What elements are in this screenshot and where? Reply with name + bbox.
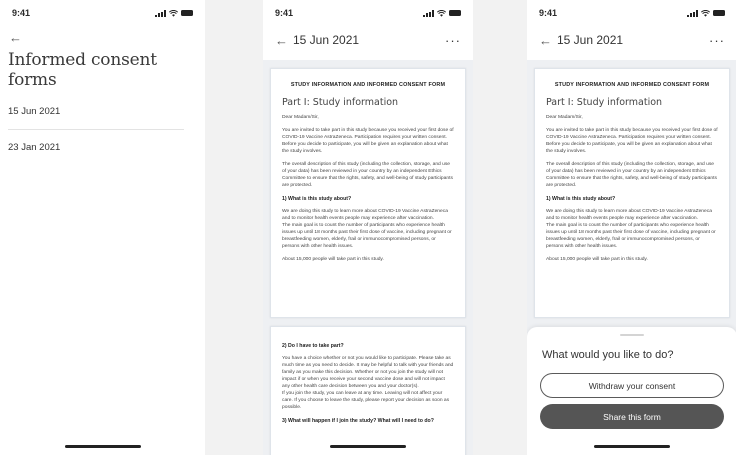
document-paragraph: About 15,000 people will take part in th… bbox=[546, 257, 648, 262]
status-bar: 9:41 bbox=[539, 6, 725, 20]
document-part-title: Part I: Study information bbox=[546, 97, 663, 108]
status-icons bbox=[155, 9, 193, 17]
document-question: 1) What is this study about? bbox=[546, 196, 616, 202]
sheet-title: What would you like to do? bbox=[542, 349, 674, 361]
document-date-title: 15 Jun 2021 bbox=[557, 33, 624, 47]
document-greeting: Dear Madam/Sir, bbox=[546, 115, 583, 120]
document-paragraph: You have a choice whether or not you wou… bbox=[282, 356, 454, 389]
sheet-drag-handle[interactable] bbox=[620, 334, 644, 336]
back-arrow-icon[interactable]: ← bbox=[9, 30, 22, 45]
document-paragraph: If you join the study, you can leave at … bbox=[282, 391, 450, 410]
home-indicator bbox=[64, 445, 141, 448]
status-time: 9:41 bbox=[275, 8, 294, 18]
document-nav-bar: ← 15 Jun 2021 ··· bbox=[539, 30, 725, 50]
document-paragraph: We are doing this study to learn more ab… bbox=[282, 209, 448, 221]
wifi-icon bbox=[169, 9, 178, 17]
back-arrow-icon[interactable]: ← bbox=[275, 33, 291, 48]
document-paragraph: We are doing this study to learn more ab… bbox=[546, 209, 712, 221]
battery-icon bbox=[713, 10, 725, 16]
document-heading: STUDY INFORMATION AND INFORMED CONSENT F… bbox=[554, 82, 710, 88]
status-bar: 9:41 bbox=[12, 6, 193, 20]
home-indicator bbox=[330, 445, 406, 448]
home-indicator bbox=[594, 445, 670, 448]
signal-icon bbox=[423, 9, 434, 17]
consent-form-item[interactable]: 23 Jan 2021 bbox=[8, 142, 184, 166]
battery-icon bbox=[181, 10, 193, 16]
document-part-title: Part I: Study information bbox=[282, 97, 399, 108]
status-time: 9:41 bbox=[539, 8, 558, 18]
back-arrow-icon[interactable]: ← bbox=[539, 33, 555, 48]
document-paragraph: The main goal is to count the number of … bbox=[546, 223, 716, 249]
consent-document-screen: 9:41 ← 15 Jun 2021 ··· STUDY INFORMATION… bbox=[263, 0, 473, 455]
document-question: 2) Do I have to take part? bbox=[282, 343, 344, 349]
wifi-icon bbox=[437, 9, 446, 17]
document-nav-bar: ← 15 Jun 2021 ··· bbox=[275, 30, 461, 50]
status-bar: 9:41 bbox=[275, 6, 461, 20]
document-page: 2) Do I have to take part? You have a ch… bbox=[270, 326, 466, 455]
screens-stage: 9:41 ← Informed consent forms 15 Jun 202… bbox=[0, 0, 736, 455]
document-heading: STUDY INFORMATION AND INFORMED CONSENT F… bbox=[290, 82, 446, 88]
document-paragraph: The overall description of this study (i… bbox=[546, 162, 717, 188]
document-date-title: 15 Jun 2021 bbox=[293, 33, 360, 47]
document-question: 1) What is this study about? bbox=[282, 196, 352, 202]
document-question: 3) What will happen if I join the study?… bbox=[282, 418, 434, 424]
document-page: STUDY INFORMATION AND INFORMED CONSENT F… bbox=[534, 68, 730, 318]
document-actions-screen: 9:41 ← 15 Jun 2021 ··· STUDY INFORMATION… bbox=[527, 0, 736, 455]
consent-list-screen: 9:41 ← Informed consent forms 15 Jun 202… bbox=[0, 0, 205, 455]
signal-icon bbox=[687, 9, 698, 17]
page-title: Informed consent forms bbox=[8, 50, 157, 90]
wifi-icon bbox=[701, 9, 710, 17]
signal-icon bbox=[155, 9, 166, 17]
share-form-button[interactable]: Share this form bbox=[540, 404, 724, 429]
document-scroll-area[interactable]: STUDY INFORMATION AND INFORMED CONSENT F… bbox=[263, 60, 473, 455]
status-time: 9:41 bbox=[12, 8, 31, 18]
status-icons bbox=[687, 9, 725, 17]
document-paragraph: You are invited to take part in this stu… bbox=[282, 128, 454, 154]
status-icons bbox=[423, 9, 461, 17]
document-paragraph: The main goal is to count the number of … bbox=[282, 223, 452, 249]
document-paragraph: About 15,000 people will take part in th… bbox=[282, 257, 384, 262]
document-paragraph: You are invited to take part in this stu… bbox=[546, 128, 718, 154]
withdraw-consent-button[interactable]: Withdraw your consent bbox=[540, 373, 724, 398]
actions-bottom-sheet: What would you like to do? Withdraw your… bbox=[527, 327, 736, 455]
more-options-icon[interactable]: ··· bbox=[445, 33, 461, 48]
document-page: STUDY INFORMATION AND INFORMED CONSENT F… bbox=[270, 68, 466, 318]
document-paragraph: The overall description of this study (i… bbox=[282, 162, 453, 188]
consent-form-item[interactable]: 15 Jun 2021 bbox=[8, 106, 184, 130]
battery-icon bbox=[449, 10, 461, 16]
document-greeting: Dear Madam/Sir, bbox=[282, 115, 319, 120]
more-options-icon[interactable]: ··· bbox=[709, 33, 725, 48]
